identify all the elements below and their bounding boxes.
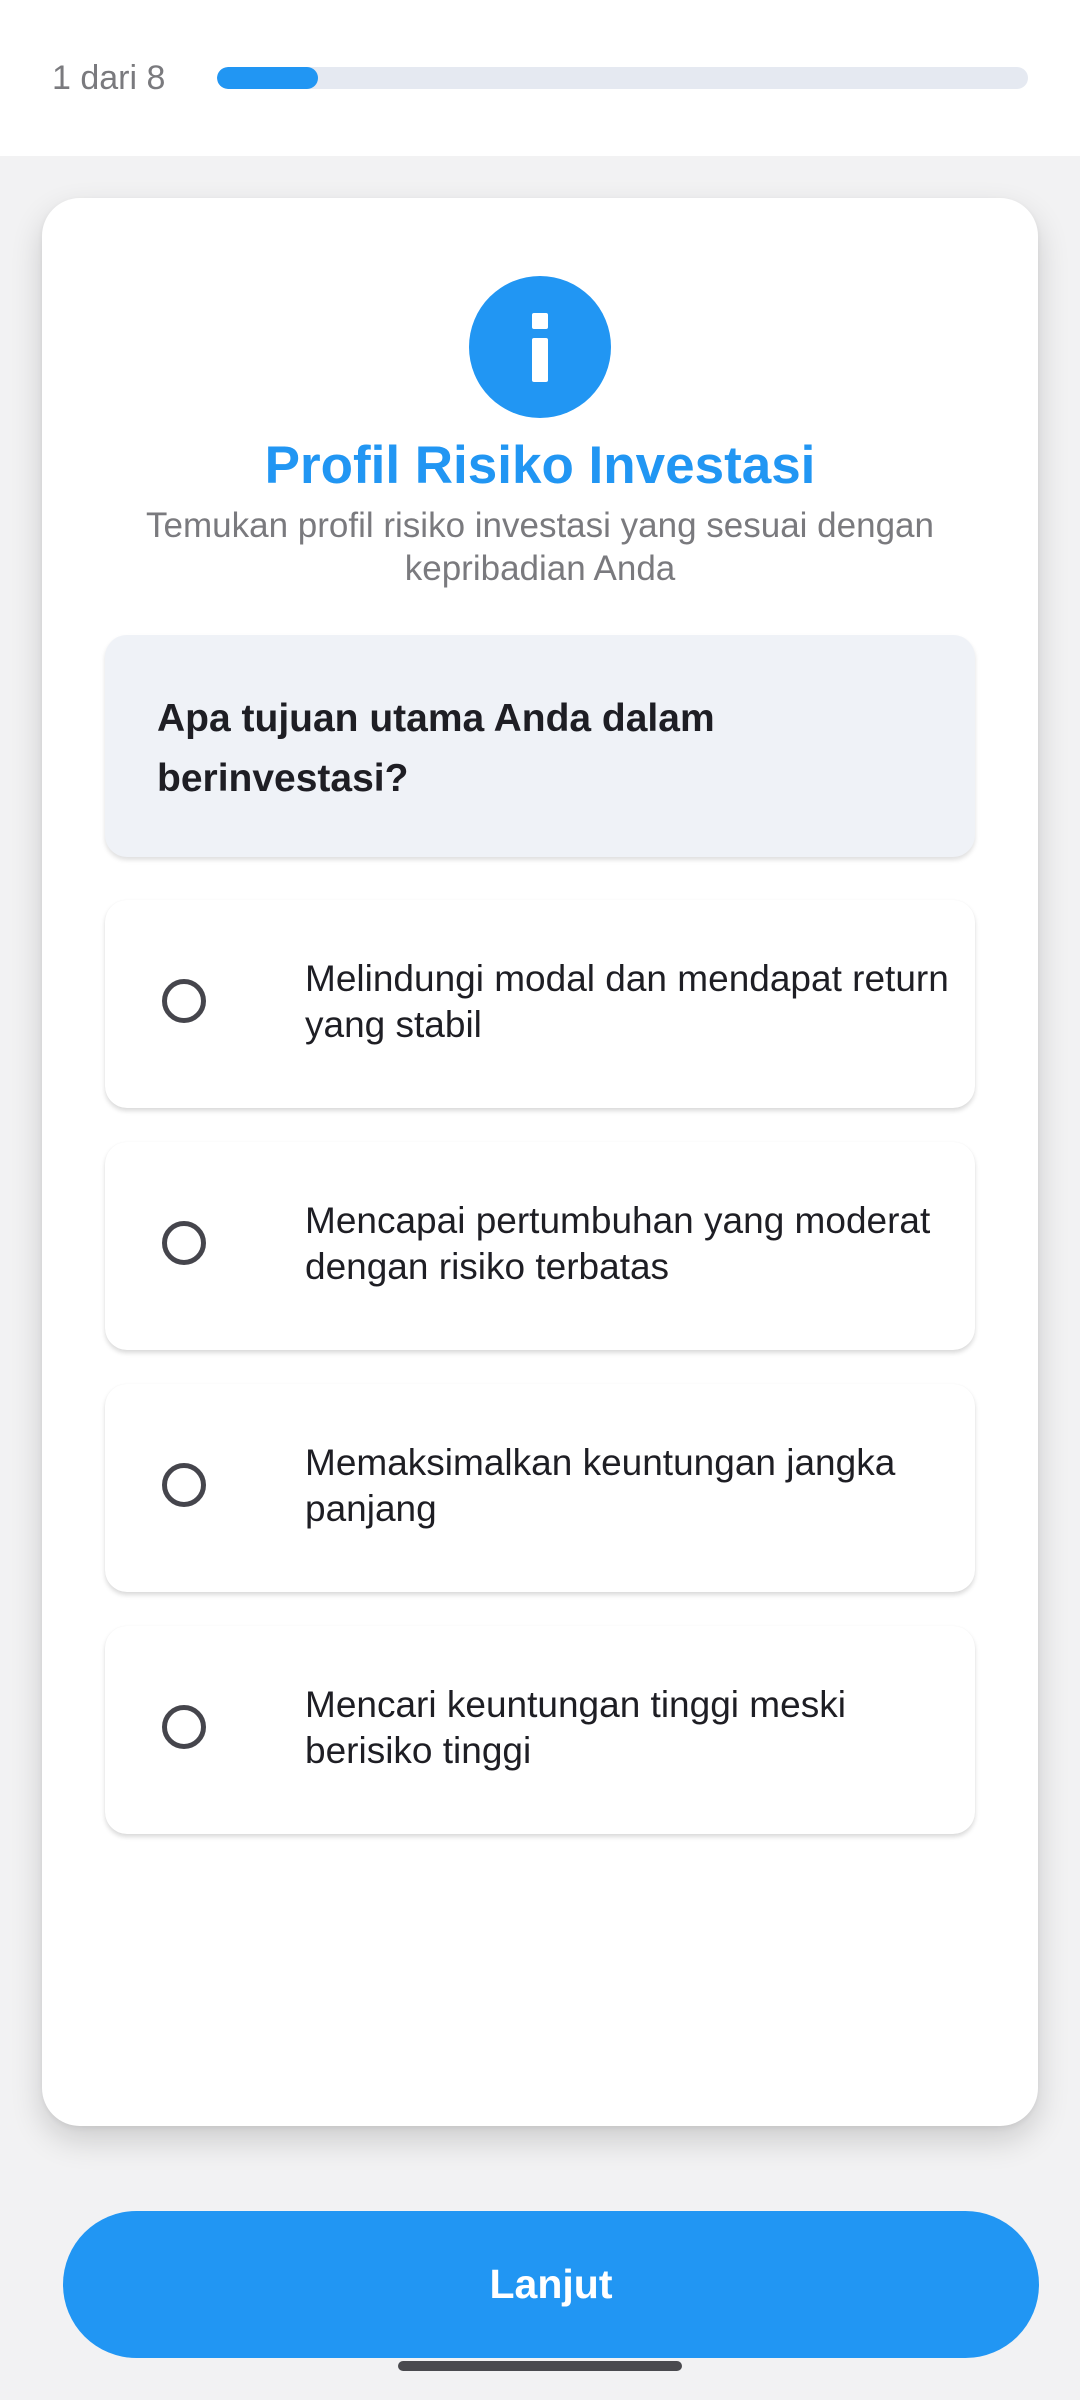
answer-option-label: Memaksimalkan keuntungan jangka panjang <box>305 1442 896 1529</box>
progress-bar-fill <box>217 67 319 89</box>
answer-option-label: Mencari keuntungan tinggi meski berisiko… <box>305 1684 846 1771</box>
step-counter: 1 dari 8 <box>52 59 166 97</box>
question-box: Apa tujuan utama Anda dalam berinvestasi… <box>105 635 975 857</box>
progress-bar <box>217 67 1028 89</box>
question-text: Apa tujuan utama Anda dalam berinvestasi… <box>157 697 715 800</box>
questionnaire-card: Profil Risiko Investasi Temukan profil r… <box>42 198 1038 2126</box>
answer-option-4[interactable]: Mencari keuntungan tinggi meski berisiko… <box>105 1626 975 1834</box>
radio-button-icon[interactable] <box>162 1705 206 1749</box>
answer-option-3[interactable]: Memaksimalkan keuntungan jangka panjang <box>105 1384 975 1592</box>
answer-option-1[interactable]: Melindungi modal dan mendapat return yan… <box>105 900 975 1108</box>
next-button[interactable]: Lanjut <box>63 2211 1039 2358</box>
radio-button-icon[interactable] <box>162 979 206 1023</box>
answer-option-label: Mencapai pertumbuhan yang moderat dengan… <box>305 1200 931 1287</box>
info-icon <box>469 276 611 418</box>
home-indicator[interactable] <box>398 2361 682 2371</box>
radio-button-icon[interactable] <box>162 1221 206 1265</box>
page-title: Profil Risiko Investasi <box>264 436 816 495</box>
progress-header: 1 dari 8 <box>0 0 1080 156</box>
radio-button-icon[interactable] <box>162 1463 206 1507</box>
page-subtitle: Temukan profil risiko investasi yang ses… <box>146 506 934 588</box>
answer-option-2[interactable]: Mencapai pertumbuhan yang moderat dengan… <box>105 1142 975 1350</box>
answer-option-label: Melindungi modal dan mendapat return yan… <box>305 958 949 1045</box>
